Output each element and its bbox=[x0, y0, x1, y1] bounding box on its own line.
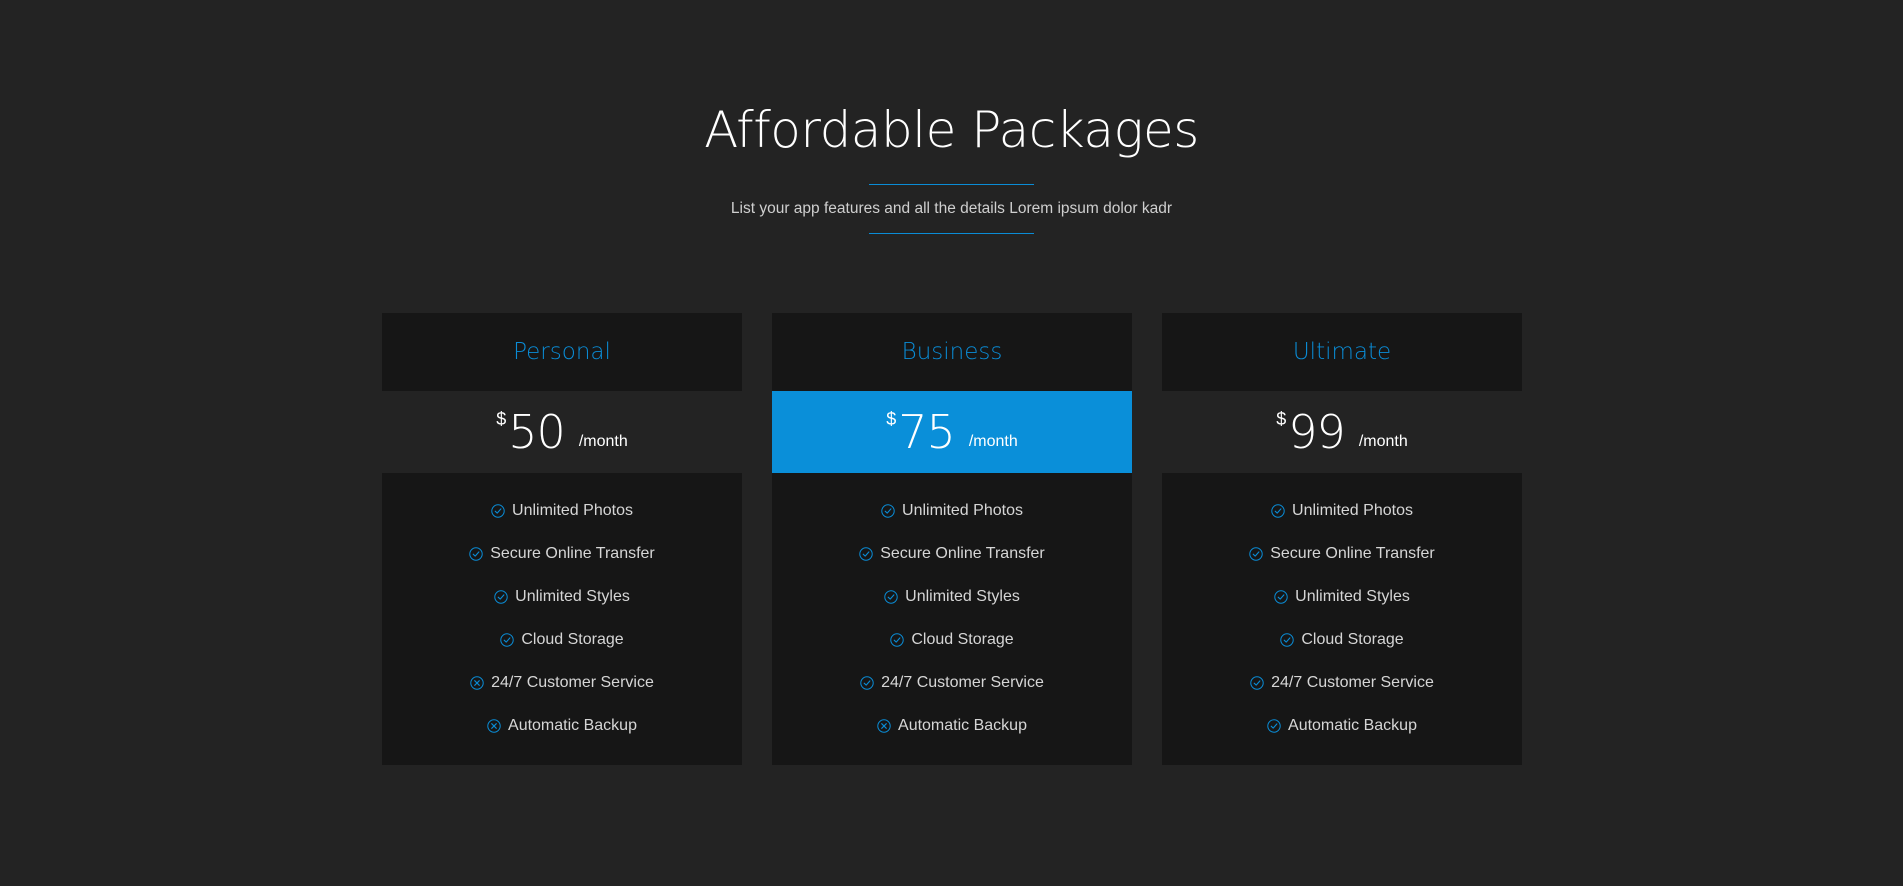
price-period: /month bbox=[578, 433, 628, 450]
plan-header: Business bbox=[772, 313, 1132, 391]
price-row-highlighted: $ 75 /month bbox=[772, 391, 1132, 473]
price: $ 50 /month bbox=[496, 408, 627, 456]
price: $ 99 /month bbox=[1276, 408, 1407, 456]
feature-label: Unlimited Styles bbox=[1295, 587, 1410, 605]
price-period: /month bbox=[1358, 433, 1408, 450]
feature-label: 24/7 Customer Service bbox=[881, 673, 1044, 691]
check-circle-icon bbox=[491, 503, 505, 518]
price: $ 75 /month bbox=[886, 408, 1017, 456]
feature-item: Cloud Storage bbox=[772, 618, 1132, 661]
section-title: Affordable Packages bbox=[704, 101, 1199, 159]
feature-item: 24/7 Customer Service bbox=[772, 661, 1132, 704]
price-period: /month bbox=[968, 433, 1018, 450]
check-circle-icon bbox=[494, 589, 508, 604]
x-circle-icon bbox=[487, 718, 501, 733]
feature-item: Cloud Storage bbox=[382, 618, 742, 661]
price-amount: 75 bbox=[898, 405, 956, 459]
feature-label: Secure Online Transfer bbox=[1270, 544, 1435, 562]
check-circle-icon bbox=[1250, 675, 1264, 690]
feature-label: Automatic Backup bbox=[1288, 716, 1417, 734]
plan-name: Business bbox=[901, 339, 1003, 365]
plan-name: Personal bbox=[513, 339, 611, 365]
pricing-card-ultimate: Ultimate $ 99 /month Unlimited Photos Sec… bbox=[1162, 313, 1522, 765]
feature-item: Unlimited Styles bbox=[1162, 575, 1522, 618]
feature-label: 24/7 Customer Service bbox=[1271, 673, 1434, 691]
pricing-section: Affordable Packages List your app featur… bbox=[0, 0, 1903, 886]
x-circle-icon bbox=[877, 718, 891, 733]
feature-label: Automatic Backup bbox=[508, 716, 637, 734]
feature-item: 24/7 Customer Service bbox=[1162, 661, 1522, 704]
title-divider-bottom bbox=[869, 233, 1034, 234]
currency-symbol: $ bbox=[886, 409, 897, 429]
check-circle-icon bbox=[469, 546, 483, 561]
feature-item: Cloud Storage bbox=[1162, 618, 1522, 661]
feature-item: Unlimited Styles bbox=[382, 575, 742, 618]
check-circle-icon bbox=[860, 675, 874, 690]
feature-label: Cloud Storage bbox=[1301, 630, 1404, 648]
currency-symbol: $ bbox=[1276, 409, 1287, 429]
feature-label: Unlimited Photos bbox=[902, 501, 1023, 519]
feature-item: Unlimited Styles bbox=[772, 575, 1132, 618]
feature-list: Unlimited Photos Secure Online Transfer Un… bbox=[382, 473, 742, 765]
feature-item: Automatic Backup bbox=[382, 704, 742, 747]
x-circle-icon bbox=[470, 675, 484, 690]
pricing-card-personal: Personal $ 50 /month Unlimited Photos Sec… bbox=[382, 313, 742, 765]
feature-label: Unlimited Photos bbox=[512, 501, 633, 519]
price-amount: 50 bbox=[508, 405, 566, 459]
feature-label: Cloud Storage bbox=[521, 630, 624, 648]
check-circle-icon bbox=[1249, 546, 1263, 561]
check-circle-icon bbox=[884, 589, 898, 604]
check-circle-icon bbox=[500, 632, 515, 647]
feature-item: Unlimited Photos bbox=[1162, 489, 1522, 532]
feature-list: Unlimited Photos Secure Online Transfer Un… bbox=[772, 473, 1132, 765]
title-divider-top bbox=[869, 184, 1034, 185]
feature-label: Cloud Storage bbox=[911, 630, 1014, 648]
feature-item: Secure Online Transfer bbox=[382, 532, 742, 575]
feature-label: Unlimited Photos bbox=[1292, 501, 1413, 519]
check-circle-icon bbox=[1267, 718, 1281, 733]
feature-item: Secure Online Transfer bbox=[772, 532, 1132, 575]
feature-label: Unlimited Styles bbox=[515, 587, 630, 605]
check-circle-icon bbox=[1280, 632, 1295, 647]
plan-header: Personal bbox=[382, 313, 742, 391]
section-subtitle: List your app features and all the detai… bbox=[730, 200, 1173, 217]
feature-item: Automatic Backup bbox=[1162, 704, 1522, 747]
price-amount: 99 bbox=[1288, 405, 1346, 459]
price-row: $ 50 /month bbox=[382, 391, 742, 473]
feature-label: Secure Online Transfer bbox=[490, 544, 655, 562]
check-circle-icon bbox=[890, 632, 905, 647]
check-circle-icon bbox=[881, 503, 895, 518]
feature-item: 24/7 Customer Service bbox=[382, 661, 742, 704]
feature-label: Secure Online Transfer bbox=[880, 544, 1045, 562]
feature-label: 24/7 Customer Service bbox=[491, 673, 654, 691]
plan-header: Ultimate bbox=[1162, 313, 1522, 391]
price-row: $ 99 /month bbox=[1162, 391, 1522, 473]
feature-item: Automatic Backup bbox=[772, 704, 1132, 747]
check-circle-icon bbox=[1274, 589, 1288, 604]
feature-item: Unlimited Photos bbox=[772, 489, 1132, 532]
feature-label: Automatic Backup bbox=[898, 716, 1027, 734]
feature-item: Secure Online Transfer bbox=[1162, 532, 1522, 575]
currency-symbol: $ bbox=[496, 409, 507, 429]
feature-item: Unlimited Photos bbox=[382, 489, 742, 532]
feature-label: Unlimited Styles bbox=[905, 587, 1020, 605]
check-circle-icon bbox=[859, 546, 873, 561]
check-circle-icon bbox=[1271, 503, 1285, 518]
pricing-card-business: Business $ 75 /month Unlimited Photos Sec… bbox=[772, 313, 1132, 765]
plan-name: Ultimate bbox=[1292, 339, 1392, 365]
feature-list: Unlimited Photos Secure Online Transfer Un… bbox=[1162, 473, 1522, 765]
